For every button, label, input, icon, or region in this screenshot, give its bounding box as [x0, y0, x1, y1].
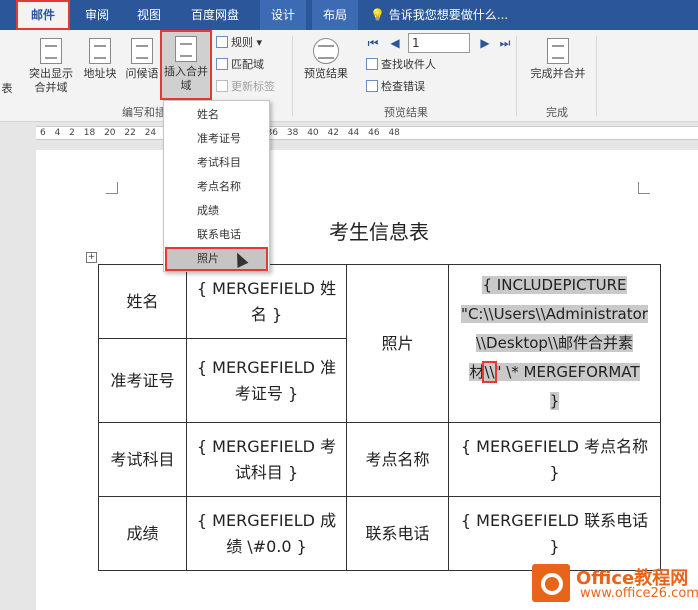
ribbon-cut-label: 表 — [1, 82, 13, 95]
preview-results-label: 预览结果 — [304, 67, 348, 80]
photo-field-cell: { INCLUDEPICTURE "C:\\Users\\Administrat… — [448, 264, 661, 423]
rules-label: 规则 — [231, 36, 253, 49]
group-separator — [292, 36, 293, 116]
document-icon — [131, 38, 153, 64]
tell-me-box[interactable]: 💡 告诉我您想要做什么... — [370, 0, 508, 30]
cell-label: 姓名 — [98, 264, 187, 339]
tab-baidu-netdisk[interactable]: 百度网盘 — [180, 0, 250, 30]
office-logo-icon — [532, 564, 570, 602]
find-recipient-button[interactable]: 查找收件人 — [366, 56, 436, 74]
match-fields-icon — [216, 58, 228, 70]
table-row: 成绩 { MERGEFIELD 成绩 \#0.0 } 联系电话 { MERGEF… — [98, 496, 661, 571]
previous-record-icon[interactable]: ◀ — [388, 36, 402, 50]
tab-review[interactable]: 审阅 — [74, 0, 120, 30]
merge-field-icon — [175, 36, 197, 62]
update-labels-label: 更新标签 — [231, 80, 275, 93]
document-title: 考生信息表 — [329, 220, 429, 244]
backslash-highlight: \\ — [482, 361, 497, 383]
document-icon — [89, 38, 111, 64]
abc-preview-icon — [313, 38, 339, 64]
menu-item-exam-number[interactable]: 准考证号 — [165, 127, 268, 151]
cell-field: { MERGEFIELD 姓名 } — [186, 264, 347, 339]
rules-button[interactable]: 规则 ▾ — [216, 34, 262, 52]
address-block-label: 地址块 — [83, 67, 117, 80]
field-code-line: \\Desktop\\邮件合并素 — [475, 334, 634, 352]
field-code-line: } — [549, 392, 560, 410]
update-labels-icon — [216, 80, 228, 92]
field-code-line: 材 — [469, 363, 485, 381]
group-label-finish: 完成 — [546, 106, 568, 119]
tab-mailings[interactable]: 邮件 — [16, 0, 70, 30]
first-record-icon[interactable]: ⏮ — [366, 36, 380, 50]
last-record-icon[interactable]: ⏭ — [498, 36, 512, 50]
menu-item-photo[interactable]: 照片 — [165, 247, 268, 271]
cell-label: 考点名称 — [346, 422, 449, 497]
cell-label: 联系电话 — [346, 496, 449, 571]
highlight-merge-fields-button[interactable]: 突出显示合并域 — [24, 38, 78, 95]
tab-layout[interactable]: 布局 — [312, 0, 358, 30]
margin-corner-mark — [106, 182, 118, 194]
group-label-preview: 预览结果 — [384, 106, 428, 119]
info-table[interactable]: 姓名 { MERGEFIELD 姓名 } 照片 { INCLUDEPICTURE… — [98, 264, 661, 571]
margin-corner-mark — [638, 182, 650, 194]
menu-item-name[interactable]: 姓名 — [165, 103, 268, 127]
rules-icon — [216, 36, 228, 48]
cell-field: { MERGEFIELD 联系电话 } — [448, 496, 661, 571]
check-errors-label: 检查错误 — [381, 80, 425, 93]
watermark-url: www.office26.com — [580, 586, 698, 601]
tell-me-text: 告诉我您想要做什么... — [388, 8, 509, 22]
ribbon-tab-bar: 邮件 审阅 视图 百度网盘 设计 布局 💡 告诉我您想要做什么... — [0, 0, 698, 30]
menu-item-exam-site[interactable]: 考点名称 — [165, 175, 268, 199]
table-move-handle-icon[interactable]: + — [86, 252, 97, 263]
group-separator — [516, 36, 517, 116]
find-recipient-label: 查找收件人 — [381, 58, 436, 71]
menu-item-exam-subject[interactable]: 考试科目 — [165, 151, 268, 175]
merge-field-dropdown: 姓名 准考证号 考试科目 考点名称 成绩 联系电话 照片 — [163, 100, 270, 272]
menu-item-phone[interactable]: 联系电话 — [165, 223, 268, 247]
greeting-line-label: 问候语 — [125, 67, 159, 80]
update-labels-button[interactable]: 更新标签 — [216, 78, 275, 96]
group-label-write-insert: 编写和插 — [122, 106, 166, 119]
menu-item-score[interactable]: 成绩 — [165, 199, 268, 223]
cell-label: 考试科目 — [98, 422, 187, 497]
highlight-merge-fields-label: 突出显示合并域 — [29, 67, 73, 94]
address-block-button[interactable]: 地址块 — [80, 38, 120, 81]
cell-field: { MERGEFIELD 准考证号 } — [186, 338, 347, 423]
cell-label: 成绩 — [98, 496, 187, 571]
record-number-input[interactable]: 1 — [408, 33, 470, 53]
cell-field: { MERGEFIELD 考试科目 } — [186, 422, 347, 497]
cell-field: { MERGEFIELD 考点名称 } — [448, 422, 661, 497]
match-fields-button[interactable]: 匹配域 — [216, 56, 264, 74]
finish-merge-label: 完成并合并 — [530, 67, 586, 80]
table-row: 考试科目 { MERGEFIELD 考试科目 } 考点名称 { MERGEFIE… — [98, 422, 661, 497]
next-record-icon[interactable]: ▶ — [478, 36, 492, 50]
insert-merge-field-button[interactable]: 插入合并域 — [160, 30, 212, 100]
match-fields-label: 匹配域 — [231, 58, 264, 71]
field-code-line: " \* MERGEFORMAT — [494, 363, 640, 381]
check-errors-button[interactable]: 检查错误 — [366, 78, 425, 96]
cell-label: 准考证号 — [98, 338, 187, 423]
preview-results-button[interactable]: 预览结果 — [298, 38, 354, 81]
greeting-line-button[interactable]: 问候语 — [122, 38, 162, 81]
finish-merge-button[interactable]: 完成并合并 — [524, 38, 592, 81]
tab-view[interactable]: 视图 — [126, 0, 172, 30]
check-errors-icon — [366, 80, 378, 92]
table-row: 姓名 { MERGEFIELD 姓名 } 照片 { INCLUDEPICTURE… — [98, 264, 661, 423]
field-code-line: { INCLUDEPICTURE — [482, 276, 627, 294]
find-recipient-icon — [366, 58, 378, 70]
photo-label: 照片 — [346, 264, 449, 423]
site-watermark: Office教程网 www.office26.com — [532, 562, 698, 606]
tab-design[interactable]: 设计 — [260, 0, 306, 30]
finish-merge-icon — [547, 38, 569, 64]
lightbulb-icon: 💡 — [370, 8, 385, 22]
group-separator — [596, 36, 597, 116]
document-icon — [40, 38, 62, 64]
cell-field: { MERGEFIELD 成绩 \#0.0 } — [186, 496, 347, 571]
insert-merge-field-label: 插入合并域 — [164, 65, 208, 92]
field-code-line: "C:\\Users\\Administrator — [461, 305, 648, 323]
